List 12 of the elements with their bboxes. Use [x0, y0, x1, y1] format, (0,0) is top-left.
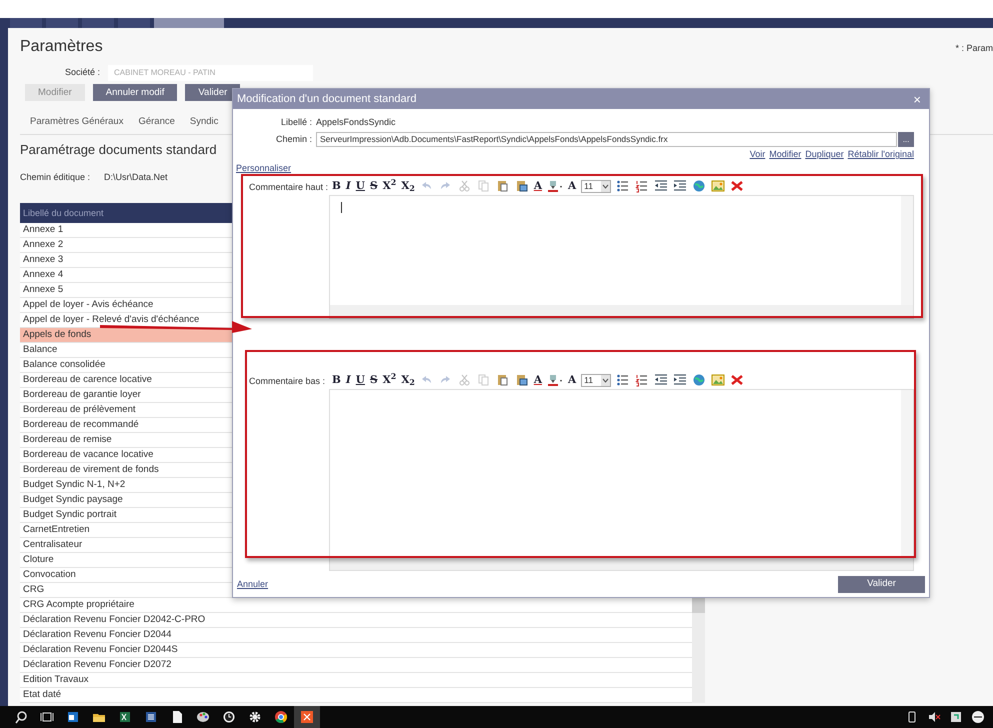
field-label: Chemin éditique : [20, 170, 90, 184]
field-value: D:\Usr\Data.Net [104, 170, 168, 184]
field-label: Libellé : [280, 116, 313, 130]
field-label: Commentaire haut : [248, 181, 329, 194]
field-label: Chemin : [274, 132, 313, 146]
section-title: Paramétrage documents standard [20, 141, 217, 160]
field-label: Société : [64, 66, 101, 80]
field-value: AppelsFondsSyndic [316, 116, 396, 130]
note-text: * : Param [955, 42, 993, 55]
field-label: Commentaire bas : [248, 375, 326, 388]
company-field: CABINET MOREAU - PATIN [108, 65, 313, 81]
page-title: Paramètres [20, 37, 103, 57]
